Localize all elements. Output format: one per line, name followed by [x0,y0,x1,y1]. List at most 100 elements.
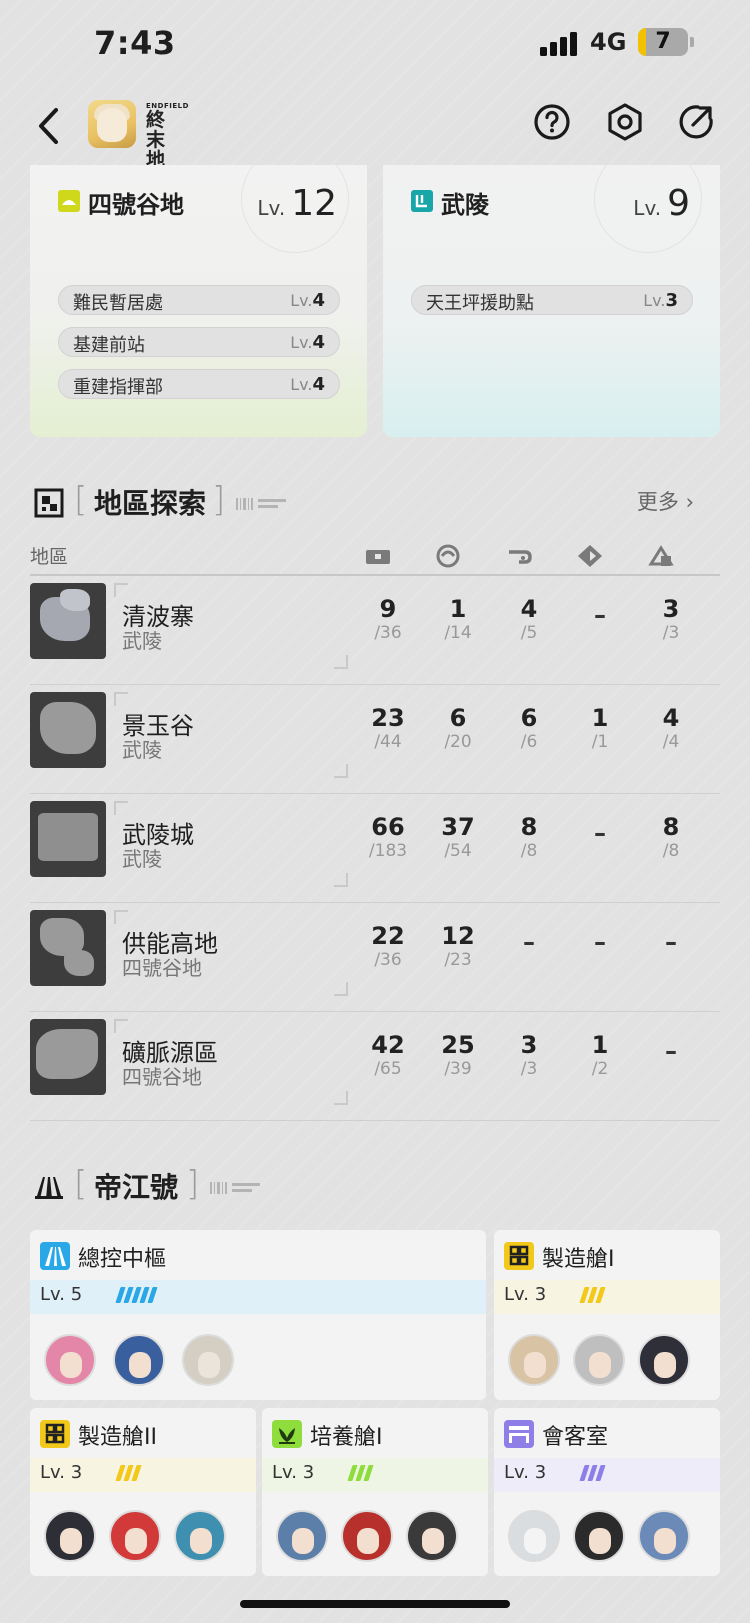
facility-level: Lv.3 [643,290,678,311]
settings-icon[interactable] [605,102,645,142]
table-row[interactable]: 供能高地 四號谷地 22/36 12/23 – – – [30,904,720,1012]
facility-item: 基建前站 Lv.4 [58,327,340,357]
help-icon[interactable] [532,102,572,142]
area-region: 武陵 [122,847,162,871]
table-row[interactable]: 礦脈源區 四號谷地 42/65 25/39 3/3 1/2 – [30,1013,720,1121]
section-title: 地區探索 [94,487,207,520]
battery-tip [690,37,694,47]
level-band: Lv. 3 [262,1458,488,1492]
operator-avatars [508,1334,691,1386]
ship-icon [35,1177,63,1199]
stat-cell: 23/44 [371,704,405,752]
region-card-wuling[interactable]: 武陵 Lv. 9 天王坪援助點 Lv.3 [383,165,720,437]
level-value: 12 [291,183,337,224]
more-link[interactable]: 更多 › [637,486,694,516]
stat-cell: 3/3 [520,1031,538,1079]
operator-avatar[interactable] [174,1510,227,1562]
column-header-region: 地區 [30,546,69,568]
stat-cell: 22/36 [371,922,405,970]
room-level: Lv. 5 [40,1284,83,1305]
facility-item: 重建指揮部 Lv.4 [58,369,340,399]
operator-avatars [44,1510,227,1562]
map-grid-icon [34,488,64,518]
swirl-icon [436,544,460,568]
back-arrow-icon[interactable] [32,106,66,146]
operator-avatar[interactable] [638,1334,691,1386]
operator-avatars [44,1334,246,1386]
stat-cell: 12/23 [441,922,475,970]
operator-avatar[interactable] [508,1510,560,1562]
room-card-reception[interactable]: 會客室 Lv. 3 [494,1408,720,1576]
facility-item: 天王坪援助點 Lv.3 [411,285,693,315]
level-bars [115,1287,158,1305]
operator-avatar[interactable] [276,1510,328,1562]
region-card-valley-iv[interactable]: 四號谷地 Lv. 12 難民暫居處 Lv.4 基建前站 Lv.4 重建指揮部 Lv… [30,165,367,437]
table-row[interactable]: 武陵城 武陵 66/183 37/54 8/8 – 8/8 [30,795,720,903]
area-map-thumbnail [30,910,106,986]
facility-level: Lv.4 [290,332,325,353]
network-label: 4G [590,28,627,56]
operator-avatar[interactable] [406,1510,459,1562]
share-icon[interactable] [676,102,716,142]
operator-avatar[interactable] [573,1334,626,1386]
status-time: 7:43 [94,24,176,62]
game-logo-text: 終末地 [146,109,166,171]
area-region: 武陵 [122,629,162,653]
game-logo: ENDFIELD 終末地 [146,102,188,170]
stat-cell: – [665,928,677,956]
operator-avatar[interactable] [508,1334,560,1386]
stat-cell: 4/4 [662,704,680,752]
facility-name: 重建指揮部 [73,377,163,398]
level-bars [579,1465,606,1483]
level-bars [579,1287,606,1305]
stat-cell: 3/3 [662,595,680,643]
table-row[interactable]: 清波寨 武陵 9/36 1/14 4/5 – 3/3 [30,577,720,685]
battery-icon: 7 [638,28,688,56]
plant-icon [272,1420,302,1448]
level-prefix: Lv. [633,196,662,220]
home-indicator[interactable] [240,1600,510,1608]
region-tag-icon [411,190,433,212]
ship-section-header: [ 帝江號 ] [34,1164,334,1210]
room-card-fabrication-1[interactable]: 製造艙I Lv. 3 [494,1230,720,1400]
game-avatar[interactable] [88,100,136,148]
control-center-icon [40,1242,70,1270]
operator-avatar[interactable] [182,1334,235,1386]
operator-avatar[interactable] [44,1334,96,1386]
room-level: Lv. 3 [272,1462,315,1483]
chest-icon [366,550,390,564]
facility-item: 難民暫居處 Lv.4 [58,285,340,315]
room-name: 會客室 [542,1425,609,1450]
room-card-growth-chamber[interactable]: 培養艙I Lv. 3 [262,1408,488,1576]
operator-avatar[interactable] [44,1510,96,1562]
room-card-fabrication-2[interactable]: 製造艙II Lv. 3 [30,1408,256,1576]
operator-avatar[interactable] [638,1510,691,1562]
stat-cell: 66/183 [368,813,408,861]
region-tag-icon [58,190,80,212]
area-region: 四號谷地 [122,1065,202,1089]
operator-avatar[interactable] [109,1510,162,1562]
stat-cell: 1/1 [591,704,609,752]
operator-avatar[interactable] [341,1510,394,1562]
stat-cell: 8/8 [662,813,680,861]
facility-name: 天王坪援助點 [426,293,534,314]
barcode-decor [236,498,286,510]
region-name: 四號谷地 [88,191,184,219]
operator-avatar[interactable] [573,1510,626,1562]
stat-cell: 9/36 [374,595,402,643]
operator-avatar[interactable] [113,1334,166,1386]
stat-cell: – [523,928,535,956]
signal-icon [540,30,580,56]
stat-cell: 25/39 [441,1031,475,1079]
room-card-control-center[interactable]: 總控中樞 Lv. 5 [30,1230,486,1400]
table-row[interactable]: 景玉谷 武陵 23/44 6/20 6/6 1/1 4/4 [30,686,720,794]
facility-level: Lv.4 [290,374,325,395]
stat-cell: 42/65 [371,1031,405,1079]
room-name: 培養艙I [310,1425,383,1450]
region-level: Lv. 9 [633,183,690,224]
stat-cell: – [594,928,606,956]
area-region: 武陵 [122,738,162,762]
level-band: Lv. 3 [494,1280,720,1314]
room-name: 製造艙I [542,1247,615,1272]
level-bars [347,1465,374,1483]
